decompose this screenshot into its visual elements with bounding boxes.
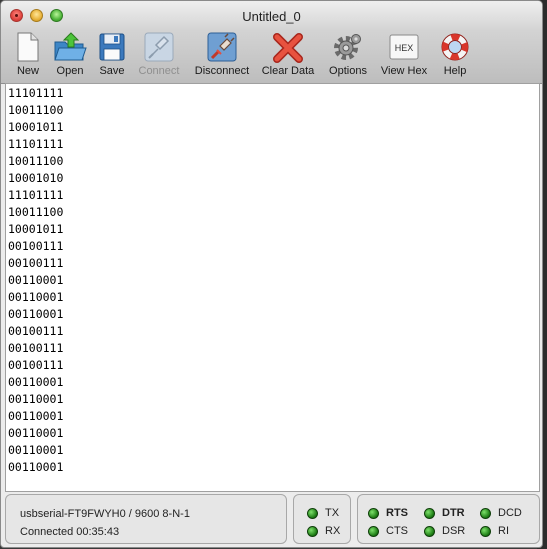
- terminal-line: 00110001: [8, 443, 64, 457]
- help-button[interactable]: Help: [439, 31, 471, 77]
- port-settings: usbserial-FT9FWYH0 / 9600 8-N-1: [20, 508, 190, 520]
- connection-timer: Connected 00:35:43: [20, 526, 120, 538]
- terminal-line: 00100111: [8, 341, 64, 355]
- open-button[interactable]: Open: [53, 31, 87, 77]
- connect-button[interactable]: Connect: [139, 31, 179, 77]
- disconnect-plug-icon: [207, 32, 237, 62]
- connect-plug-icon: [144, 32, 174, 62]
- disconnect-button[interactable]: Disconnect: [195, 31, 249, 77]
- terminal-line: 10011100: [8, 103, 64, 117]
- open-folder-icon: [54, 32, 87, 61]
- ri-led: [480, 526, 491, 537]
- rx-label: RX: [325, 525, 341, 537]
- terminal-line: 00110001: [8, 409, 64, 423]
- gear-icon: [334, 34, 361, 60]
- rx-led: [307, 526, 318, 537]
- disconnect-label: Disconnect: [194, 65, 250, 77]
- status-bar: usbserial-FT9FWYH0 / 9600 8-N-1 Connecte…: [5, 494, 540, 546]
- terminal-line: 00110001: [8, 307, 64, 321]
- terminal-line: 00110001: [8, 460, 64, 474]
- tx-label: TX: [325, 507, 340, 519]
- toolbar: New Open Save Connect Disconnect Clear D…: [1, 31, 542, 84]
- port-status-box: usbserial-FT9FWYH0 / 9600 8-N-1 Connecte…: [5, 494, 287, 544]
- terminal-line: 00110001: [8, 273, 64, 287]
- save-button[interactable]: Save: [98, 31, 126, 77]
- terminal-line: 00100111: [8, 324, 64, 338]
- serial-terminal-window: Untitled_0 New Open Save Connect Disconn…: [0, 0, 543, 548]
- help-lifebuoy-icon: [441, 33, 469, 61]
- window-title: Untitled_0: [242, 9, 301, 24]
- terminal-line: 00100111: [8, 256, 64, 270]
- ri-label: RI: [498, 525, 509, 537]
- hex-badge-text: HEX: [394, 43, 414, 53]
- tx-led: [307, 508, 318, 519]
- clear-x-icon: [273, 33, 303, 63]
- rts-label: RTS: [386, 507, 408, 519]
- terminal-line: 10011100: [8, 154, 64, 168]
- terminal-line: 00100111: [8, 239, 64, 253]
- rts-led[interactable]: [368, 508, 379, 519]
- terminal-line: 00110001: [8, 290, 64, 304]
- options-button[interactable]: Options: [329, 31, 367, 77]
- txrx-indicator-box: TX RX: [293, 494, 351, 544]
- terminal-line: 10001010: [8, 171, 64, 185]
- help-label: Help: [443, 65, 467, 77]
- terminal-text: 11101111 10011100 10001011 11101111 10011100…: [6, 84, 539, 477]
- view-hex-button[interactable]: HEX View Hex: [381, 31, 427, 77]
- line-signals-box: RTS CTS DTR DSR DCD RI: [357, 494, 540, 544]
- terminal-line: 10011100: [8, 205, 64, 219]
- dsr-label: DSR: [442, 525, 466, 537]
- terminal-line: 10001011: [8, 222, 64, 236]
- cts-label: CTS: [386, 525, 408, 537]
- terminal-line: 00110001: [8, 375, 64, 389]
- terminal-line: 11101111: [8, 137, 64, 151]
- new-document-icon: [17, 32, 39, 62]
- title-bar[interactable]: Untitled_0: [1, 1, 542, 31]
- new-button[interactable]: New: [14, 31, 42, 77]
- terminal-line: 00110001: [8, 392, 64, 406]
- terminal-line: 11101111: [8, 86, 64, 100]
- cts-led: [368, 526, 379, 537]
- dtr-led[interactable]: [424, 508, 435, 519]
- terminal-line: 00110001: [8, 426, 64, 440]
- dsr-led: [424, 526, 435, 537]
- clear-data-button[interactable]: Clear Data: [262, 31, 314, 77]
- terminal-output[interactable]: 11101111 10011100 10001011 11101111 10011100…: [5, 83, 540, 492]
- floppy-disk-icon: [99, 33, 125, 61]
- dcd-label: DCD: [498, 507, 522, 519]
- dcd-led: [480, 508, 491, 519]
- connect-label: Connect: [138, 65, 180, 77]
- terminal-line: 00100111: [8, 358, 64, 372]
- terminal-line: 11101111: [8, 188, 64, 202]
- terminal-line: 10001011: [8, 120, 64, 134]
- dtr-label: DTR: [442, 507, 465, 519]
